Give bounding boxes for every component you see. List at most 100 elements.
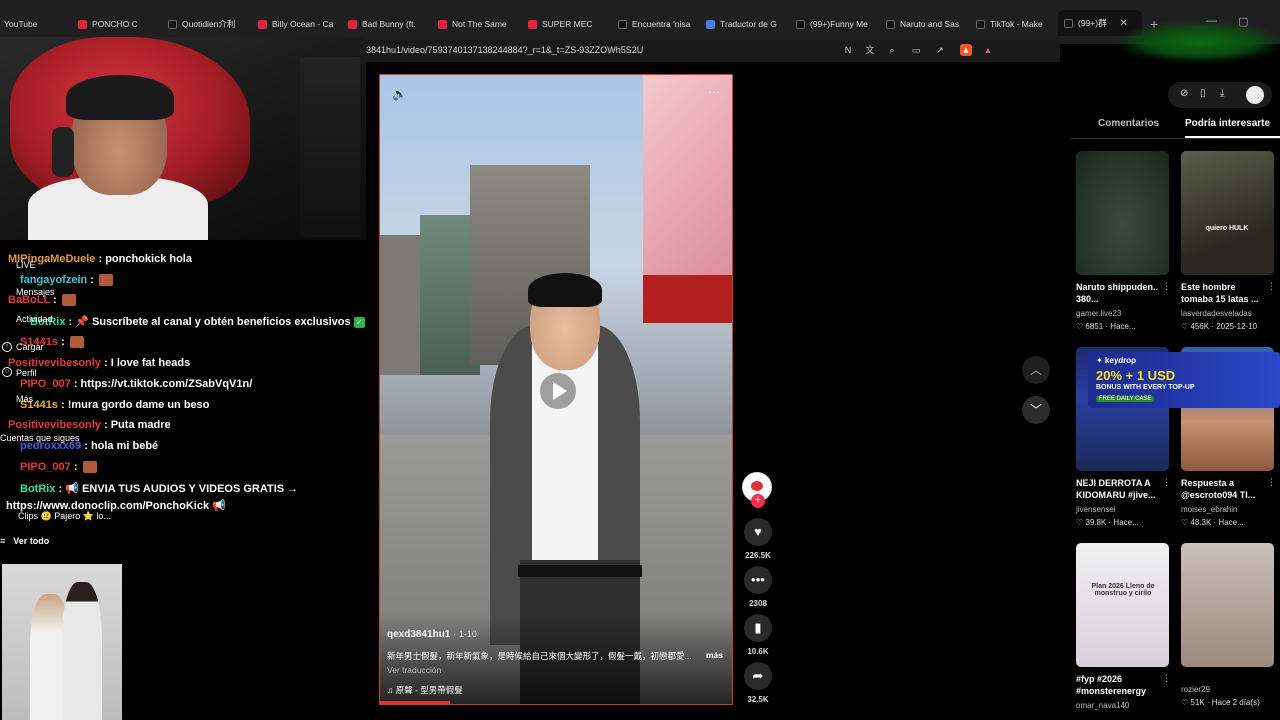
tab-not-the-same[interactable]: Not The Same — [438, 14, 514, 34]
tab-youtube[interactable]: YouTube — [4, 14, 64, 34]
comment-icon[interactable]: ••• — [744, 566, 772, 594]
tiktok-icon — [976, 19, 985, 29]
more-icon[interactable]: ⋯ — [708, 85, 720, 99]
music-label[interactable]: ♫ 原聲 - 型男帶假髮 — [387, 684, 463, 696]
tab-poncho[interactable]: PONCHO C — [78, 14, 154, 34]
tab-bad-bunny[interactable]: Bad Bunny (ft. — [348, 14, 424, 34]
keydrop-ad-banner[interactable]: ✦ keydrop 20% + 1 USD BONUS WITH EVERY T… — [1088, 352, 1280, 408]
brave-shield-icon[interactable]: ▲ — [960, 44, 972, 56]
coin-icon[interactable]: ⊘ — [1180, 88, 1188, 99]
tab-encuentra[interactable]: Encuentra 'nisa — [618, 14, 694, 34]
chat-user: Positivevibesonly — [8, 419, 101, 431]
tab-comentarios[interactable]: Comentarios — [1098, 118, 1159, 129]
share-icon[interactable]: ➦ — [744, 662, 772, 690]
video-progress-bar[interactable] — [380, 701, 451, 704]
video-thumbnail[interactable]: quiero HULK — [1181, 151, 1274, 275]
translate-link[interactable]: Ver traducción — [387, 665, 441, 675]
more-icon[interactable]: ⋮ — [1162, 281, 1171, 292]
tab-funny-me[interactable]: (99+)Funny Me — [796, 14, 872, 34]
rewards-icon[interactable]: ▲ — [982, 44, 994, 56]
suggested-video-card[interactable]: quiero HULK Este hombre tomaba 15 latas … — [1181, 151, 1276, 331]
upload-icon[interactable]: ↑ — [2, 342, 12, 352]
card-author[interactable]: rozier29 — [1181, 685, 1210, 694]
card-title: Naruto shippuden.. 380... — [1076, 282, 1158, 304]
chat-message: BotRix : 📢 ENVIA TUS AUDIOS Y VIDEOS GRA… — [20, 483, 299, 495]
tab-traductor[interactable]: Traductor de G — [706, 14, 782, 34]
divider — [1070, 138, 1280, 139]
card-author[interactable]: lasverdadesveladas — [1181, 309, 1252, 318]
previous-video-icon[interactable]: ︿ — [1022, 356, 1050, 384]
tab-label: (99+)Funny Me — [810, 19, 868, 29]
chat-message: MIPingaMeDuele : ponchokick hola — [8, 253, 192, 265]
video-thumbnail[interactable]: Plan 2026 Lleno de monstruo y cirilo — [1076, 543, 1169, 667]
more-button[interactable]: más — [706, 650, 723, 660]
card-author[interactable]: gamer.live23 — [1076, 309, 1121, 318]
side-label-mas[interactable]: Más — [16, 394, 33, 404]
more-icon[interactable]: ⋮ — [1267, 281, 1276, 292]
video-thumbnail[interactable] — [1076, 151, 1169, 275]
side-label-perfil[interactable]: Perfil — [16, 368, 37, 378]
chat-message: fangayofzein : — [20, 274, 114, 287]
chat-message: PIPO_007 : https://vt.tiktok.com/ZSabVqV… — [20, 378, 253, 390]
ver-todo-link[interactable]: ≡ Ver todo — [0, 536, 49, 546]
profile-icon[interactable]: ○ — [2, 367, 12, 377]
more-icon[interactable]: ⋮ — [1162, 673, 1171, 684]
more-icon[interactable]: ⋮ — [1267, 477, 1276, 488]
thumbnail-caption: Plan 2026 Lleno de monstruo y cirilo — [1091, 583, 1155, 597]
video-author[interactable]: qexd3841hu1 · 1-10 — [387, 629, 477, 640]
youtube-icon — [258, 19, 267, 29]
follow-icon[interactable]: + — [751, 494, 765, 508]
green-overlay-blur — [1120, 22, 1280, 62]
chat-text: !mura gordo dame un beso — [67, 399, 210, 411]
video-thumbnail[interactable] — [1181, 543, 1274, 667]
keydrop-logo: ✦ keydrop — [1096, 356, 1137, 365]
ver-todo-label: Ver todo — [13, 536, 50, 546]
next-video-icon[interactable]: ﹀ — [1022, 396, 1050, 424]
youtube-icon — [78, 19, 87, 29]
side-label-mensajes[interactable]: Mensajes — [16, 287, 55, 297]
tab-label: TikTok - Make — [990, 19, 1043, 29]
chat-overlay: MIPingaMeDuele : ponchokick hola fangayo… — [0, 232, 366, 552]
side-label-clips[interactable]: Clips 🙂 Pajero ⭐ lo... — [18, 511, 111, 522]
card-author[interactable]: jivensensei — [1076, 505, 1116, 514]
card-meta: ♡ 6851 · Hace... — [1076, 322, 1136, 331]
heart-icon[interactable]: ♥ — [744, 518, 772, 546]
user-avatar[interactable] — [1246, 86, 1264, 104]
more-icon[interactable]: ⋮ — [1162, 477, 1171, 488]
tab-super-mec[interactable]: SUPER MEC — [528, 14, 604, 34]
volume-icon[interactable]: 🔈 — [392, 87, 407, 101]
tab-quotidien[interactable]: Quotidien介利 — [168, 14, 244, 34]
download-icon[interactable]: ⤓ — [1220, 88, 1224, 99]
side-label-actividad[interactable]: Actividad — [16, 314, 53, 324]
address-bar[interactable]: 3841hu1/video/7593740137138244884?_r=1&_… — [366, 40, 1060, 62]
suggested-video-card[interactable]: rozier29 ♡ 51K · Hace 2 día(s) — [1181, 543, 1275, 707]
play-icon[interactable] — [540, 373, 576, 409]
webcam-feed — [0, 37, 366, 240]
video-player[interactable]: 🔈 ⋯ qexd3841hu1 · 1-10 新年男士假髮，新年新氣象，是時候給自… — [379, 74, 733, 705]
tab-tiktok-make[interactable]: TikTok - Make — [976, 14, 1052, 34]
card-title: NEJI DERROTA A KIDOMARU #jive... — [1076, 478, 1156, 500]
tiktok-icon — [168, 19, 177, 29]
translate-icon[interactable]: 文 — [864, 44, 876, 56]
chat-user: PIPO_007 — [20, 461, 71, 473]
device-icon[interactable]: ▯ — [1200, 88, 1206, 99]
suggested-video-card[interactable]: Naruto shippuden.. 380... ⋮ gamer.live23… — [1076, 151, 1171, 331]
share-icon[interactable]: ↗ — [934, 44, 946, 56]
cast-icon[interactable]: ▭ — [910, 44, 922, 56]
reader-mode-icon[interactable]: N — [842, 44, 854, 56]
tab-podria-interesarte[interactable]: Podría interesarte — [1185, 118, 1270, 129]
man-belt — [518, 565, 642, 577]
tab-naruto[interactable]: Naruto and Sas — [886, 14, 962, 34]
side-label-live[interactable]: LIVE — [16, 260, 36, 270]
bookmark-icon[interactable]: ▮ — [744, 614, 772, 642]
tab-billy-ocean[interactable]: Billy Ocean - Ca — [258, 14, 334, 34]
tab-label: Encuentra 'nisa — [632, 19, 691, 29]
card-author[interactable]: moises_ebrahin — [1181, 505, 1237, 514]
zoom-icon[interactable]: ⌕ — [886, 44, 898, 56]
side-label-cargar[interactable]: Cargar — [16, 342, 44, 352]
youtube-icon — [528, 19, 537, 29]
tab-label: Quotidien介利 — [182, 19, 236, 29]
suggested-video-card[interactable]: Plan 2026 Lleno de monstruo y cirilo #fy… — [1076, 543, 1171, 710]
card-author[interactable]: omar_nava140 — [1076, 701, 1129, 710]
chat-message: BotRix : 📌 Suscríbete al canal y obtén b… — [30, 315, 365, 328]
